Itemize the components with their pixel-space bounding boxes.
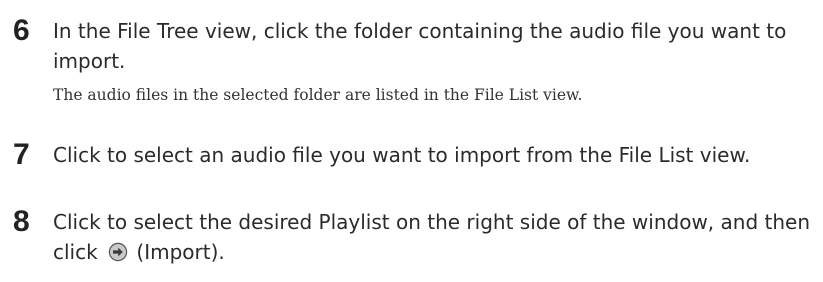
step-note: The audio files in the selected folder a… xyxy=(53,86,583,104)
step-instruction: Click to select the desired Playlist on … xyxy=(53,207,818,267)
step-instruction: Click to select an audio file you want t… xyxy=(53,143,751,167)
import-arrow-icon xyxy=(108,242,128,262)
step-number: 8 xyxy=(13,205,30,238)
step-instruction: In the File Tree view, click the folder … xyxy=(53,19,787,73)
step-number: 6 xyxy=(13,14,30,47)
step-instruction-after-icon: (Import). xyxy=(130,240,225,264)
instruction-page: 6 In the File Tree view, click the folde… xyxy=(0,0,823,282)
step-number: 7 xyxy=(13,138,30,171)
